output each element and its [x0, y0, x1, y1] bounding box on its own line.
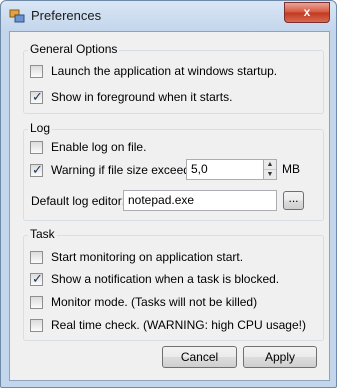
log-editor-input[interactable]: notepad.exe — [123, 190, 277, 211]
notify-blocked-checkbox[interactable]: ✓ — [30, 270, 43, 286]
check-mark-icon: ✓ — [32, 161, 43, 177]
size-limit-input[interactable]: 5,0 — [186, 159, 264, 180]
size-limit-spinner[interactable]: ▲ ▼ — [263, 159, 277, 180]
general-options-legend: General Options — [28, 42, 120, 56]
realtime-check-label: Real time check. (WARNING: high CPU usag… — [51, 318, 306, 332]
size-warning-option[interactable]: ✓ Warning if file size exceeds: — [30, 162, 199, 178]
task-legend: Task — [28, 227, 57, 241]
realtime-check-option[interactable]: Real time check. (WARNING: high CPU usag… — [30, 317, 306, 333]
start-monitoring-label: Start monitoring on application start. — [51, 250, 244, 264]
client-area: General Options Launch the application a… — [9, 31, 330, 381]
foreground-checkbox[interactable]: ✓ — [30, 88, 43, 104]
size-warning-label: Warning if file size exceeds: — [51, 163, 200, 177]
apply-button[interactable]: Apply — [243, 346, 317, 368]
monitor-mode-label: Monitor mode. (Tasks will not be killed) — [51, 295, 258, 309]
notify-blocked-option[interactable]: ✓ Show a notification when a task is blo… — [30, 271, 279, 287]
size-unit-label: MB — [282, 162, 300, 176]
enable-log-label: Enable log on file. — [51, 140, 147, 154]
realtime-check-checkbox[interactable] — [30, 318, 43, 332]
enable-log-checkbox[interactable] — [30, 140, 43, 154]
log-legend: Log — [28, 121, 53, 135]
title-bar[interactable]: Preferences x — [1, 1, 336, 31]
spin-down-icon[interactable]: ▼ — [264, 170, 276, 179]
default-editor-label: Default log editor: — [31, 194, 126, 208]
spin-up-icon[interactable]: ▲ — [264, 160, 276, 170]
launch-startup-label: Launch the application at windows startu… — [51, 64, 278, 78]
launch-startup-checkbox[interactable] — [30, 64, 43, 78]
launch-startup-option[interactable]: Launch the application at windows startu… — [30, 63, 277, 79]
browse-button[interactable]: ... — [283, 191, 304, 210]
close-button[interactable]: x — [284, 2, 330, 23]
foreground-label: Show in foreground when it starts. — [51, 90, 233, 104]
check-mark-icon: ✓ — [32, 88, 43, 104]
check-mark-icon: ✓ — [32, 270, 43, 286]
foreground-option[interactable]: ✓ Show in foreground when it starts. — [30, 89, 232, 105]
window-title: Preferences — [31, 8, 102, 23]
monitor-mode-checkbox[interactable] — [30, 295, 43, 309]
app-icon — [9, 9, 25, 23]
size-warning-checkbox[interactable]: ✓ — [30, 161, 43, 177]
cancel-button[interactable]: Cancel — [162, 346, 237, 368]
notify-blocked-label: Show a notification when a task is block… — [51, 272, 280, 286]
enable-log-option[interactable]: Enable log on file. — [30, 139, 146, 155]
start-monitoring-option[interactable]: Start monitoring on application start. — [30, 249, 243, 265]
start-monitoring-checkbox[interactable] — [30, 250, 43, 264]
monitor-mode-option[interactable]: Monitor mode. (Tasks will not be killed) — [30, 294, 257, 310]
preferences-window: Preferences x General Options Launch the… — [0, 0, 337, 388]
